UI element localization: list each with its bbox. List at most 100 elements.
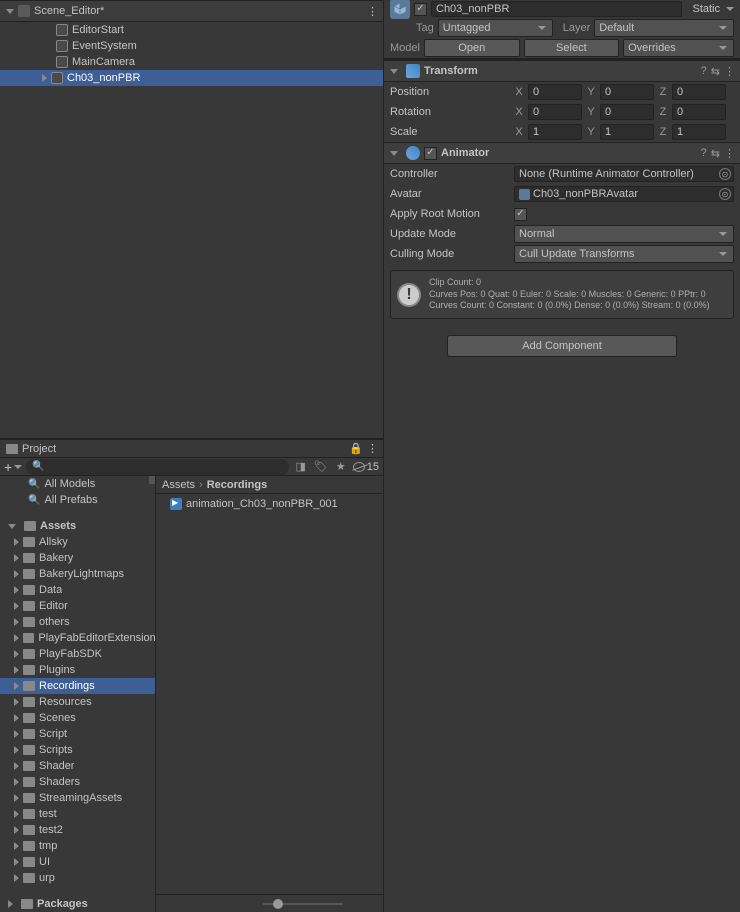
lock-icon[interactable]: 🔒 (349, 442, 363, 455)
disclosure-triangle-icon[interactable] (14, 730, 19, 738)
transform-header[interactable]: Transform ? ⇆ ⋮ (384, 60, 740, 82)
assets-header[interactable]: Assets (0, 518, 155, 534)
disclosure-triangle-icon[interactable] (14, 666, 19, 674)
folder-item[interactable]: others (0, 614, 155, 630)
active-checkbox[interactable] (414, 3, 427, 16)
rootmotion-checkbox[interactable] (514, 208, 527, 221)
folder-item[interactable]: Scenes (0, 710, 155, 726)
help-icon[interactable]: ? (701, 147, 707, 159)
position-y-input[interactable] (600, 84, 654, 100)
icon-size-slider[interactable] (263, 903, 343, 905)
hierarchy-scene-header[interactable]: Scene_Editor* ⋮ (0, 0, 383, 22)
favorite-item[interactable]: 🔍All Models (0, 476, 155, 492)
disclosure-triangle-icon[interactable] (14, 682, 19, 690)
position-x-input[interactable] (528, 84, 582, 100)
disclosure-triangle-icon[interactable] (14, 554, 19, 562)
folder-item[interactable]: UI (0, 854, 155, 870)
breadcrumb-root[interactable]: Assets (162, 479, 195, 491)
static-dropdown-icon[interactable] (726, 7, 734, 11)
tag-dropdown[interactable]: Untagged (438, 19, 553, 37)
disclosure-triangle-icon[interactable] (8, 524, 16, 529)
hierarchy-item[interactable]: MainCamera (0, 54, 383, 70)
updatemode-dropdown[interactable]: Normal (514, 225, 734, 243)
disclosure-triangle-icon[interactable] (14, 842, 19, 850)
hierarchy-item[interactable]: Ch03_nonPBR (0, 70, 383, 86)
disclosure-triangle-icon[interactable] (14, 538, 19, 546)
open-button[interactable]: Open (424, 39, 520, 57)
add-component-button[interactable]: Add Component (447, 335, 677, 357)
disclosure-triangle-icon[interactable] (14, 826, 19, 834)
disclosure-triangle-icon[interactable] (14, 650, 19, 658)
favorite-item[interactable]: 🔍All Prefabs (0, 492, 155, 508)
disclosure-triangle-icon[interactable] (14, 858, 19, 866)
preset-icon[interactable]: ⇆ (711, 65, 720, 78)
folder-item[interactable]: Shaders (0, 774, 155, 790)
cullingmode-dropdown[interactable]: Cull Update Transforms (514, 245, 734, 263)
disclosure-triangle-icon[interactable] (390, 69, 398, 74)
folder-item[interactable]: Script (0, 726, 155, 742)
folder-item[interactable]: Data (0, 582, 155, 598)
folder-item[interactable]: Shader (0, 758, 155, 774)
folder-item[interactable]: PlayFabSDK (0, 646, 155, 662)
folder-item[interactable]: Scripts (0, 742, 155, 758)
position-z-input[interactable] (672, 84, 726, 100)
hidden-toggle[interactable]: 15 (353, 461, 379, 473)
disclosure-triangle-icon[interactable] (390, 151, 398, 156)
folder-item[interactable]: urp (0, 870, 155, 886)
animator-header[interactable]: Animator ? ⇆ ⋮ (384, 142, 740, 164)
object-picker-icon[interactable] (719, 188, 731, 200)
scale-x-input[interactable] (528, 124, 582, 140)
asset-item[interactable]: animation_Ch03_nonPBR_001 (156, 496, 383, 512)
disclosure-triangle-icon[interactable] (42, 74, 47, 82)
project-search-input[interactable] (49, 461, 283, 473)
folder-item[interactable]: BakeryLightmaps (0, 566, 155, 582)
component-menu-icon[interactable]: ⋮ (724, 65, 734, 78)
search-by-type-icon[interactable]: ◨ (293, 459, 309, 475)
rotation-y-input[interactable] (600, 104, 654, 120)
folder-item[interactable]: Recordings (0, 678, 155, 694)
hierarchy-item[interactable]: EditorStart (0, 22, 383, 38)
scrollbar-thumb[interactable] (149, 476, 155, 484)
breadcrumb-current[interactable]: Recordings (207, 479, 268, 491)
controller-field[interactable]: None (Runtime Animator Controller) (514, 166, 734, 182)
project-search[interactable]: 🔍 (26, 459, 289, 475)
hierarchy-item[interactable]: EventSystem (0, 38, 383, 54)
favorite-icon[interactable]: ★ (333, 459, 349, 475)
disclosure-triangle-icon[interactable] (14, 570, 19, 578)
folder-item[interactable]: tmp (0, 838, 155, 854)
gameobject-icon[interactable] (390, 0, 410, 19)
search-by-label-icon[interactable]: 🏷 (313, 459, 329, 475)
y-drag-label[interactable]: Y (586, 86, 596, 98)
x-drag-label[interactable]: X (514, 86, 524, 98)
disclosure-triangle-icon[interactable] (14, 762, 19, 770)
overrides-dropdown[interactable]: Overrides (623, 39, 734, 57)
folder-item[interactable]: test (0, 806, 155, 822)
create-menu[interactable]: + (4, 459, 22, 475)
component-menu-icon[interactable]: ⋮ (724, 147, 734, 160)
y-drag-label[interactable]: Y (586, 106, 596, 118)
disclosure-triangle-icon[interactable] (14, 746, 19, 754)
z-drag-label[interactable]: Z (658, 126, 668, 138)
folder-item[interactable]: Allsky (0, 534, 155, 550)
scale-z-input[interactable] (672, 124, 726, 140)
x-drag-label[interactable]: X (514, 126, 524, 138)
gameobject-name-input[interactable] (431, 1, 682, 17)
project-tab[interactable]: Project 🔒 ⋮ (0, 440, 383, 458)
disclosure-triangle-icon[interactable] (14, 618, 19, 626)
avatar-field[interactable]: Ch03_nonPBRAvatar (514, 186, 734, 202)
folder-item[interactable]: Editor (0, 598, 155, 614)
object-picker-icon[interactable] (719, 168, 731, 180)
rotation-z-input[interactable] (672, 104, 726, 120)
folder-item[interactable]: Resources (0, 694, 155, 710)
disclosure-triangle-icon[interactable] (14, 586, 19, 594)
project-menu-icon[interactable]: ⋮ (367, 442, 377, 455)
animator-enabled-checkbox[interactable] (424, 147, 437, 160)
packages-header[interactable]: Packages (0, 896, 155, 912)
rotation-x-input[interactable] (528, 104, 582, 120)
folder-item[interactable]: StreamingAssets (0, 790, 155, 806)
x-drag-label[interactable]: X (514, 106, 524, 118)
static-label[interactable]: Static (686, 3, 720, 15)
disclosure-triangle-icon[interactable] (14, 810, 19, 818)
folder-item[interactable]: test2 (0, 822, 155, 838)
disclosure-triangle-icon[interactable] (6, 9, 14, 14)
